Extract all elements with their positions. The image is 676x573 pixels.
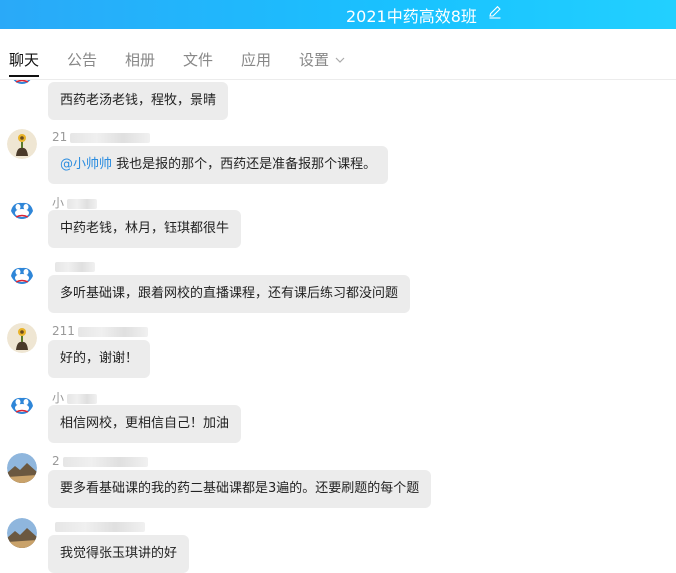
redacted-name	[62, 456, 148, 467]
sender-name: 211	[52, 324, 148, 338]
message-bubble: 相信网校，更相信自己！加油	[48, 405, 242, 443]
sender-name: 小	[52, 389, 98, 406]
tab-settings[interactable]: 设置	[299, 49, 345, 70]
sender-name: 小	[52, 194, 98, 211]
message-bubble: 要多看基础课的我的药二基础课都是3遍的。还要刷题的每个题	[48, 470, 432, 508]
message-bubble: 我觉得张玉琪讲的好	[48, 535, 190, 573]
message-bubble: 多听基础课，跟着网校的直播课程，还有课后练习都没问题	[48, 275, 411, 313]
message-bubble: 中药老钱，林月，钰琪都很牛	[48, 210, 242, 248]
sender-name-text: 2	[52, 454, 60, 468]
redacted-name	[70, 132, 151, 143]
sender-name-text: 小	[52, 391, 65, 405]
tab-files[interactable]: 文件	[183, 49, 213, 70]
chat-history[interactable]: 西药老汤老钱，程牧，景晴 21 @小帅帅 我也是报的那个，西药还是准备报那个课程…	[0, 80, 676, 573]
window-titlebar: 2021中药高效8班	[0, 0, 676, 29]
redacted-name	[67, 198, 98, 209]
sender-name	[52, 259, 95, 273]
tab-chat[interactable]: 聊天	[9, 49, 40, 77]
tab-apps[interactable]: 应用	[241, 49, 271, 70]
tab-bar: 聊天 公告 相册 文件 应用 设置	[0, 29, 676, 80]
redacted-name	[77, 326, 148, 337]
sender-name-text: 21	[52, 130, 68, 144]
sender-name: 21	[52, 130, 151, 144]
message-bubble: 好的，谢谢！	[48, 340, 151, 378]
sender-name-text: 211	[52, 324, 75, 338]
tab-announcement[interactable]: 公告	[67, 49, 97, 70]
redacted-name	[55, 261, 95, 272]
avatar[interactable]	[7, 258, 37, 288]
avatar[interactable]	[7, 129, 37, 159]
sender-name	[52, 519, 145, 533]
avatar[interactable]	[7, 193, 37, 223]
sender-name-text: 小	[52, 196, 65, 210]
avatar[interactable]	[7, 388, 37, 418]
group-title: 2021中药高效8班	[346, 7, 477, 26]
redacted-name	[67, 393, 98, 404]
message-text: 我也是报的那个，西药还是准备报那个课程。	[112, 157, 377, 172]
chevron-down-icon	[335, 49, 345, 67]
redacted-name	[55, 521, 145, 532]
avatar[interactable]	[7, 323, 37, 353]
tab-album[interactable]: 相册	[125, 49, 155, 70]
avatar[interactable]	[7, 518, 37, 548]
message-bubble: @小帅帅 我也是报的那个，西药还是准备报那个课程。	[48, 146, 389, 184]
sender-name: 2	[52, 454, 148, 468]
message-bubble: 西药老汤老钱，程牧，景晴	[48, 82, 229, 120]
mention-link[interactable]: @小帅帅	[60, 157, 112, 172]
avatar[interactable]	[7, 453, 37, 483]
pencil-icon[interactable]	[488, 4, 502, 23]
avatar[interactable]	[7, 80, 37, 88]
tab-settings-label: 设置	[299, 51, 330, 69]
